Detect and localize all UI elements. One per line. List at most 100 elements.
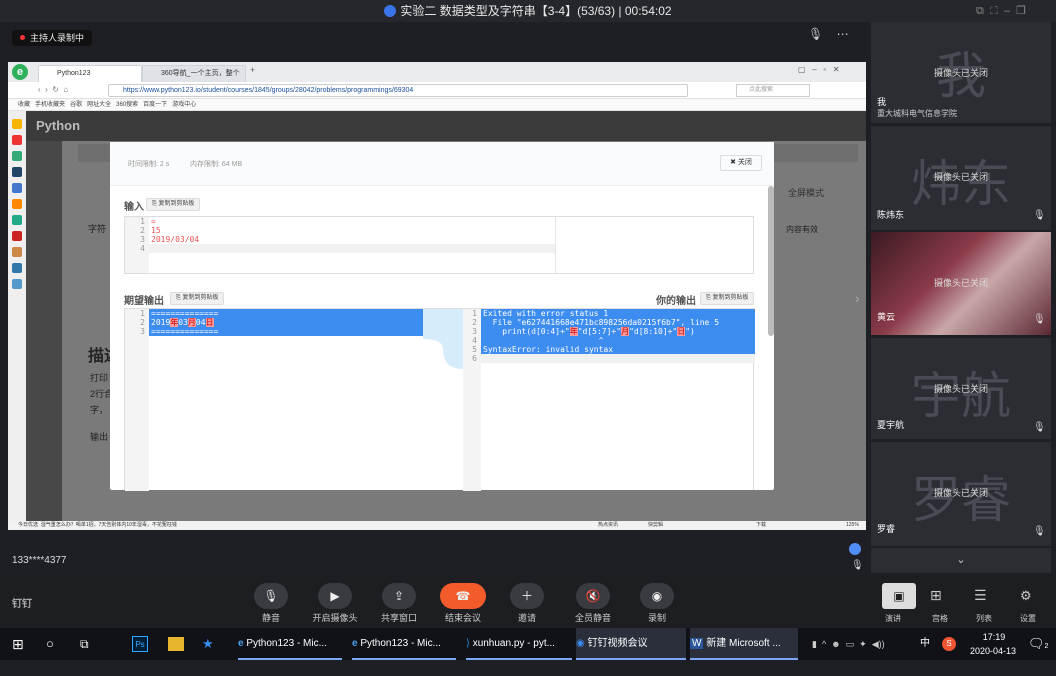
window-title: 实验二 数据类型及字符串【3-4】(53/63) | 00:54:02 [400, 4, 672, 18]
new-tab-icon[interactable]: + [250, 65, 255, 75]
vscode-icon: ⟩ [466, 638, 470, 649]
app-icon[interactable] [12, 215, 22, 225]
windows-start-icon[interactable]: ⊞ [12, 628, 24, 660]
result-modal: 时间限制: 2 s 内存限制: 64 MB ✖ 关闭 输入 ⎘ 复制到剪贴板 1… [110, 142, 774, 491]
video-tile[interactable]: 罗睿 摄像头已关闭 罗睿 🎙 [871, 442, 1051, 546]
app-icon[interactable] [12, 247, 22, 257]
bookmark[interactable]: 360搜索 [116, 102, 138, 108]
gear-icon[interactable]: ⚙ [1020, 588, 1032, 604]
tray-icons[interactable]: ▮ ^ ☻ ▭ ✦ ◀)) [812, 628, 885, 660]
taskbar-app[interactable]: W 新建 Microsoft ... [690, 628, 798, 660]
end-label: 结束会议 [444, 613, 481, 623]
folder-icon[interactable] [168, 637, 184, 651]
close-button[interactable]: ✖ 关闭 [720, 155, 762, 171]
diff-connector [423, 309, 463, 369]
copy-button[interactable]: ⎘ 复制到剪贴板 [170, 292, 225, 305]
camera-button[interactable]: ▶ [318, 583, 352, 609]
restore-icon[interactable]: ⧉ [976, 5, 984, 17]
star-icon[interactable] [12, 119, 22, 129]
notification-icon[interactable]: 🗨2 [1028, 628, 1048, 660]
mic-icon: 🎙 [1033, 210, 1046, 221]
fullscreen-label[interactable]: 全屏模式 [788, 186, 824, 199]
window-controls[interactable]: ⧉ ⛶ – ❐ [976, 0, 1026, 22]
app-icon[interactable] [12, 151, 22, 161]
bookmark[interactable]: 手机收藏夹 [35, 102, 65, 108]
taskbar-app[interactable]: e Python123 - Mic... [238, 628, 342, 660]
browser-search-input[interactable]: 点此搜索 [736, 84, 810, 97]
weibo-icon[interactable] [12, 135, 22, 145]
copy-button[interactable]: ⎘ 复制到剪贴板 [700, 292, 755, 305]
app-icon[interactable] [12, 167, 22, 177]
scroll-down-icon[interactable]: ⌄ [871, 548, 1051, 573]
mic-icon: 🎙 [1033, 422, 1046, 433]
app-icon[interactable] [12, 199, 22, 209]
ime-indicator[interactable]: 中 [920, 628, 930, 660]
end-meeting-button[interactable]: ☎ [440, 583, 486, 609]
modal-scrollbar[interactable] [768, 186, 774, 336]
nav-icons[interactable]: ‹ › ↻ ⌂ [38, 85, 68, 94]
browser-tab[interactable]: Python123 [38, 65, 142, 82]
photoshop-icon[interactable]: Ps [132, 636, 148, 652]
participant-name: 夏宇航 [877, 420, 905, 430]
invite-button[interactable]: ＋ [510, 583, 544, 609]
participant-name: 陈炜东 [877, 210, 905, 220]
mic-label: 静音 [261, 613, 280, 623]
bookmark[interactable]: 游戏中心 [172, 102, 196, 108]
input-code-box[interactable]: 1234 = 15 2019/03/04 [124, 216, 754, 274]
app-icon[interactable] [12, 263, 22, 273]
bookmark[interactable]: 谷歌 [70, 102, 82, 108]
dingtalk-icon: ◉ [576, 638, 585, 649]
speaker-view-button[interactable]: ▣ [882, 583, 916, 609]
chat-icon[interactable] [849, 543, 861, 555]
window-titlebar: 实验二 数据类型及字符串【3-4】(53/63) | 00:54:02 [0, 0, 1056, 22]
video-tile[interactable]: 炜东 摄像头已关闭 陈炜东 🎙 [871, 126, 1051, 230]
mic-icon: 🎙 [1033, 526, 1046, 537]
browser-window-controls[interactable]: ▢ – ▫ ✕ [798, 65, 840, 74]
invite-label: 邀请 [517, 613, 536, 623]
bg-tab: 字符 [88, 224, 107, 234]
grid-view-label: 宫格 [932, 614, 948, 623]
mute-all-button[interactable]: 🔇 [576, 583, 610, 609]
bookmark[interactable]: 百度一下 [143, 102, 167, 108]
copy-button[interactable]: ⎘ 复制到剪贴板 [146, 198, 201, 211]
sogou-icon[interactable]: S [942, 637, 956, 651]
video-tile[interactable]: 摄像头已关闭 黄云 🎙 [871, 232, 1051, 335]
url-input[interactable]: https://www.python123.io/student/courses… [108, 84, 688, 97]
camera-status: 摄像头已关闭 [933, 172, 988, 182]
taskbar-app[interactable]: ⟩ xunhuan.py - pyt... [466, 628, 572, 660]
app-icon[interactable] [12, 231, 22, 241]
share-button[interactable]: ⇪ [382, 583, 416, 609]
bookmarks-bar: 收藏 手机收藏夹 谷歌 网址大全 360搜索 百度一下 游戏中心 [8, 99, 866, 111]
mic-off-icon[interactable]: 🎙 [808, 27, 823, 41]
pinned-app-icon[interactable]: ★ [202, 628, 214, 660]
taskbar-app[interactable]: ◉ 钉钉视频会议 [576, 628, 686, 660]
video-tile[interactable]: 宇航 摄像头已关闭 夏宇航 🎙 [871, 338, 1051, 439]
app-icon[interactable] [12, 279, 22, 289]
mic-button[interactable]: 🎙 [254, 583, 288, 609]
expected-title: 期望输出 [124, 296, 164, 307]
search-icon[interactable]: ○ [46, 628, 54, 660]
date[interactable]: 2020-04-13 [960, 644, 1026, 676]
fullscreen-icon[interactable]: ⛶ [990, 5, 998, 17]
grid-view-icon[interactable]: ⊞ [930, 587, 942, 604]
brand-logo: 钉钉 [12, 599, 32, 610]
record-button[interactable]: ◉ [640, 583, 674, 609]
more-icon[interactable]: ⋯ [837, 27, 849, 41]
top-icons[interactable]: 🎙 ⋯ [808, 27, 849, 41]
share-label: 共享窗口 [380, 613, 417, 623]
app-icon[interactable] [12, 183, 22, 193]
camera-status: 摄像头已关闭 [933, 384, 988, 394]
next-page-icon[interactable]: › [855, 290, 860, 306]
bookmark[interactable]: 网址大全 [87, 102, 111, 108]
bookmark[interactable]: 收藏 [18, 102, 30, 108]
diff-view[interactable]: 123 ============== 2019年03月04日 =========… [124, 308, 755, 491]
record-dot-icon [20, 35, 25, 40]
site-logo[interactable]: Python [36, 118, 80, 133]
maximize-icon[interactable]: ❐ [1016, 5, 1026, 17]
video-tile[interactable]: 我 摄像头已关闭 我 重大城科电气信息学院 [871, 22, 1051, 123]
minimize-icon[interactable]: – [1004, 5, 1010, 17]
list-view-icon[interactable]: ☰ [974, 587, 987, 604]
taskbar-app[interactable]: e Python123 - Mic... [352, 628, 456, 660]
browser-tab[interactable]: 360导航_一个主页，整个世界 [142, 65, 246, 93]
taskview-icon[interactable]: ⧉ [80, 628, 89, 660]
